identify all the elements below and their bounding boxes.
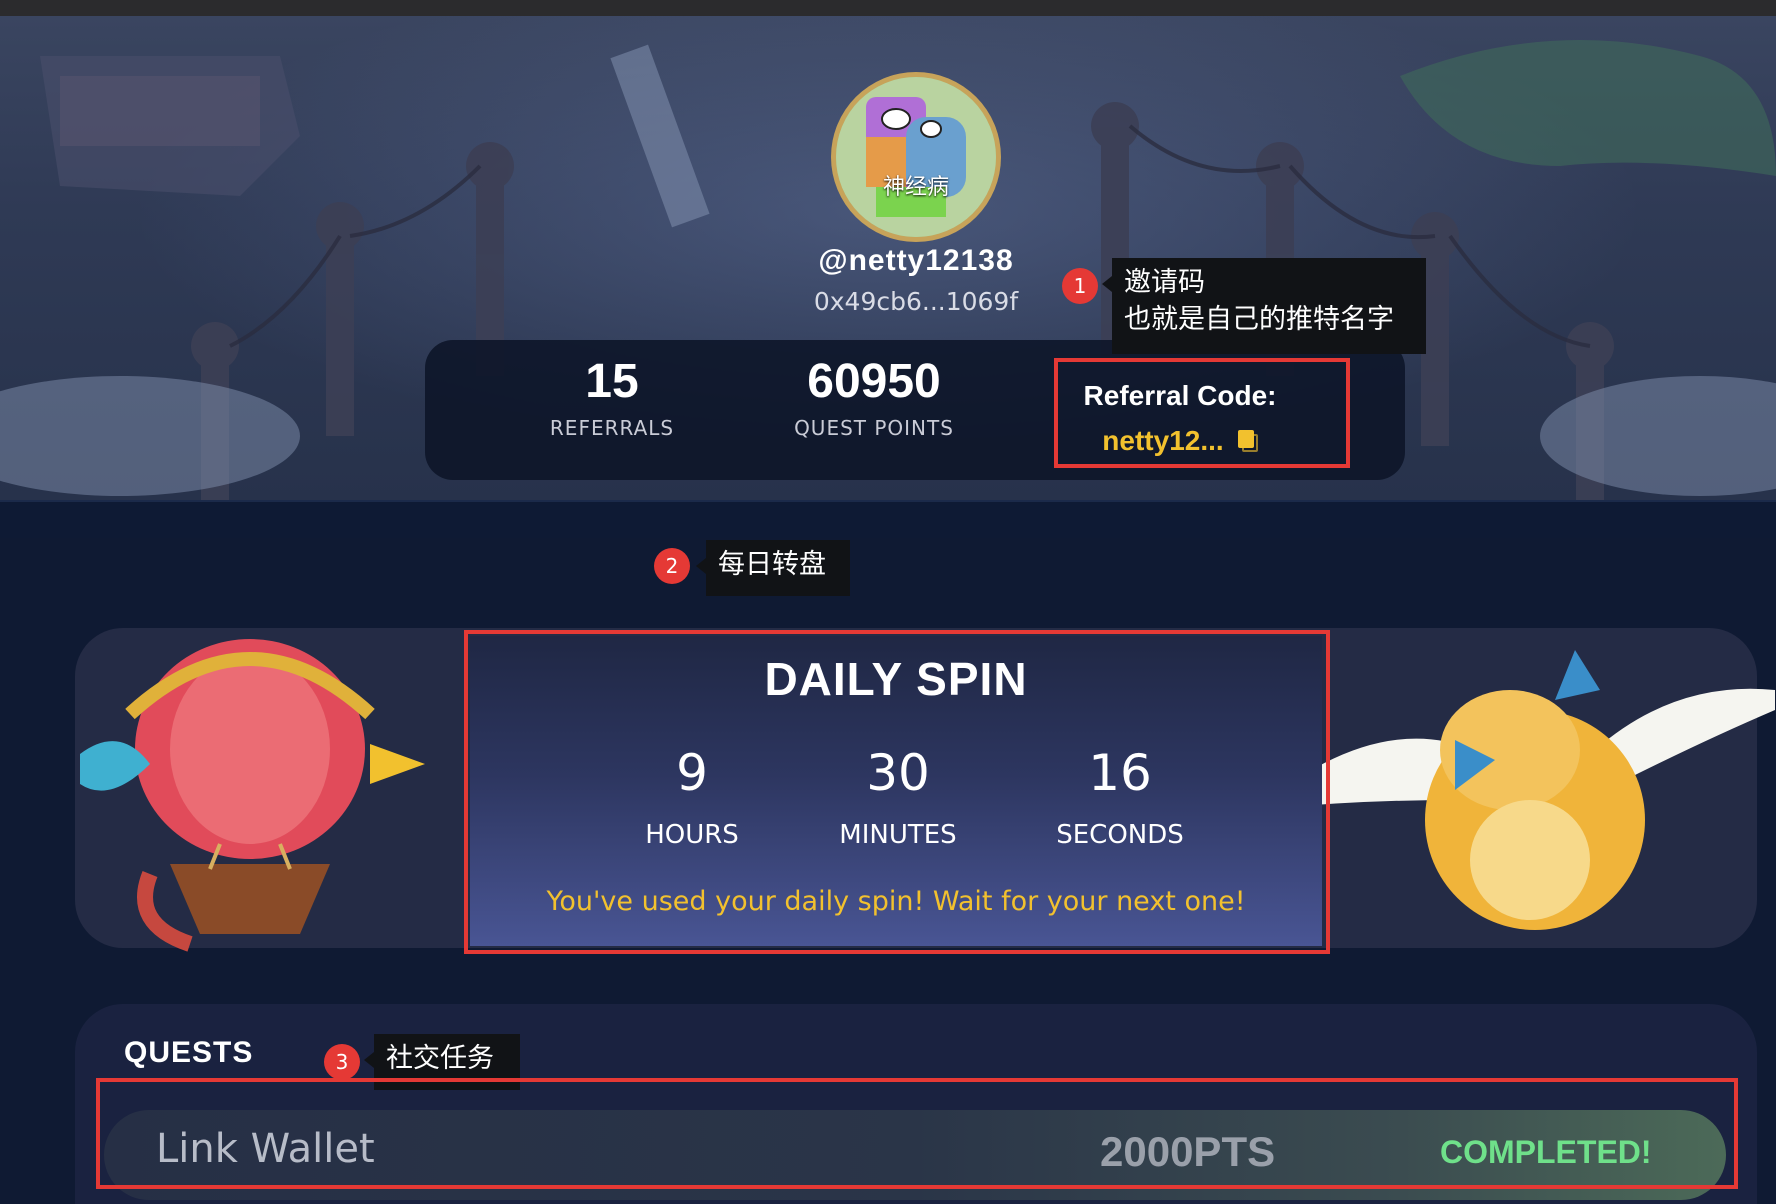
referrals-count: 15 [585,355,639,408]
avatar-caption: 神经病 [882,175,949,200]
annotation-box-quests [96,1078,1738,1189]
annotation-1-line1: 邀请码 [1124,267,1205,298]
annotation-tooltip-1: 邀请码 也就是自己的推特名字 [1102,258,1426,354]
quest-points-count: 60950 [807,355,941,408]
annotation-tooltip-2: 每日转盘 [696,540,850,596]
section-divider [0,500,1776,538]
wallet-address[interactable]: 0x49cb6...1069f [716,287,1116,316]
annotation-badge-1: 1 [1062,268,1098,304]
annotation-1-line2: 也就是自己的推特名字 [1124,304,1394,335]
annotation-box-referral [1054,358,1350,468]
browser-top-bar [0,0,1776,16]
griffin-illustration [1255,650,1775,930]
quest-points-label: QUEST POINTS [794,416,954,440]
annotation-badge-3: 3 [324,1044,360,1080]
profile-hero-banner: 神经病 @netty12138 0x49cb6...1069f 15 REFER… [0,16,1776,500]
annotation-badge-2: 2 [654,548,690,584]
annotation-box-daily-spin [464,630,1330,954]
quests-title: QUESTS [124,1036,254,1069]
referrals-label: REFERRALS [549,416,675,440]
user-avatar[interactable]: 神经病 [831,72,1001,242]
username: @netty12138 [818,244,1014,277]
airship-illustration [80,639,425,952]
avatar-image [836,77,996,237]
